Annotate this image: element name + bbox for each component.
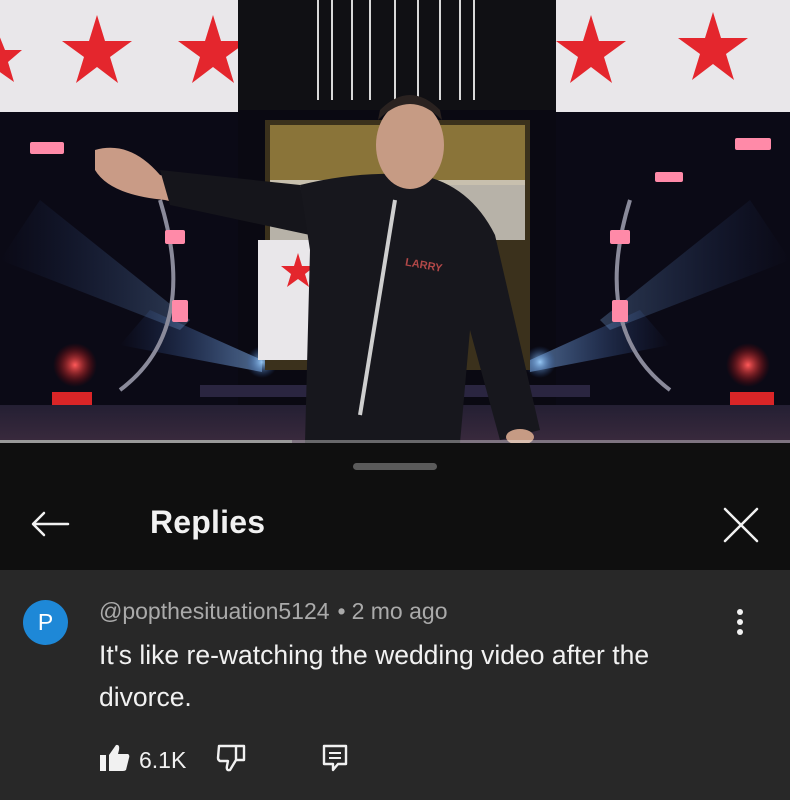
arrow-left-icon — [30, 510, 70, 543]
comment-timestamp: 2 mo ago — [351, 598, 448, 624]
comment-author[interactable]: @popthesituation5124 — [99, 598, 330, 624]
video-player[interactable]: LARRY — [0, 0, 790, 443]
parent-comment: P @popthesituation5124 • 2 mo ago It's lik… — [0, 570, 790, 800]
dislike-button[interactable] — [212, 740, 252, 780]
comment-meta: @popthesituation5124 • 2 mo ago — [99, 598, 448, 625]
sheet-drag-handle[interactable] — [353, 463, 437, 470]
close-icon — [722, 506, 760, 549]
meta-separator: • — [337, 598, 346, 624]
video-frame: LARRY — [0, 0, 790, 443]
comment-actions: 6.1K — [99, 738, 749, 782]
page-title: Replies — [150, 504, 266, 540]
replies-sheet: Replies P @popthesituation5124 • 2 mo ago … — [0, 444, 790, 800]
video-progress-fill — [0, 440, 293, 443]
back-button[interactable] — [24, 500, 76, 552]
replies-header: Replies — [0, 484, 790, 570]
thumbs-down-icon — [216, 743, 248, 778]
more-options-button[interactable] — [722, 604, 758, 644]
comment-text: It's like re-watching the wedding video … — [99, 640, 650, 712]
more-vertical-icon — [736, 608, 744, 641]
thumbs-up-icon — [99, 743, 131, 778]
reply-button[interactable] — [315, 740, 355, 780]
reply-icon — [322, 744, 348, 777]
video-progress-bar[interactable] — [0, 440, 790, 443]
close-button[interactable] — [714, 500, 768, 554]
like-count: 6.1K — [139, 746, 187, 773]
avatar[interactable]: P — [23, 600, 68, 645]
like-button[interactable]: 6.1K — [99, 738, 186, 782]
